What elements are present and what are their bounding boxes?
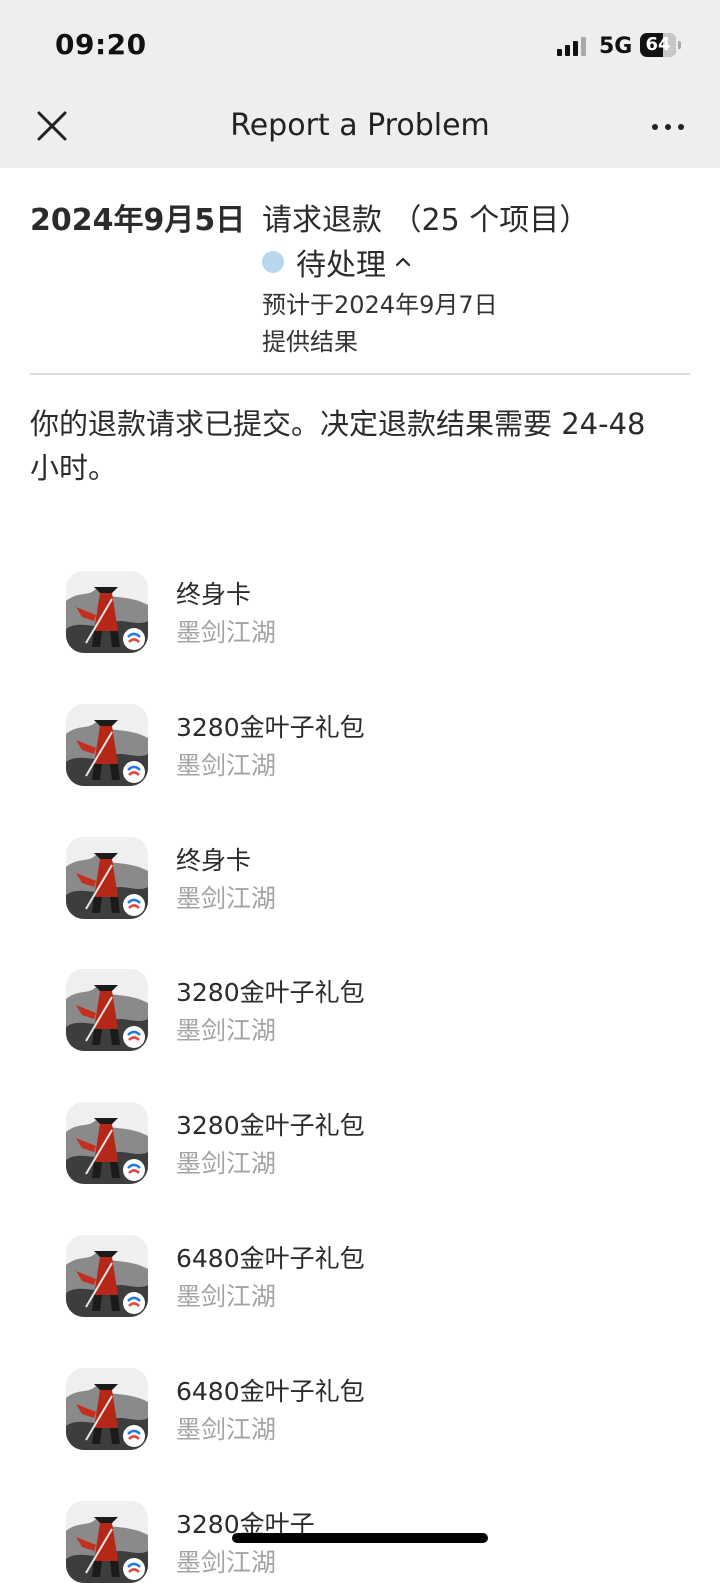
app-icon (66, 837, 148, 919)
item-name: 6480金叶子礼包 (176, 1377, 365, 1406)
item-app-name: 墨剑江湖 (176, 751, 277, 780)
divider (30, 373, 690, 375)
item-app-name: 墨剑江湖 (176, 618, 277, 647)
chevron-up-icon (395, 257, 411, 267)
network-label: 5G (599, 34, 633, 59)
list-item[interactable]: 6480金叶子礼包 墨剑江湖 (66, 1368, 666, 1450)
expected-line-2: 提供结果 (262, 328, 358, 356)
more-button[interactable] (646, 110, 690, 144)
app-icon (66, 1102, 148, 1184)
expected-date: 预计于2024年9月7日 提供结果 (262, 287, 562, 361)
home-indicator[interactable] (232, 1533, 488, 1543)
list-item[interactable]: 终身卡 墨剑江湖 (66, 837, 666, 919)
expected-line-1: 预计于2024年9月7日 (262, 291, 498, 319)
battery-level: 64 (645, 34, 671, 55)
item-app-name: 墨剑江湖 (176, 1415, 277, 1444)
request-date: 2024年9月5日 (30, 203, 246, 238)
item-name: 3280金叶子礼包 (176, 1111, 365, 1140)
app-icon (66, 571, 148, 653)
item-app-name: 墨剑江湖 (176, 1282, 277, 1311)
request-title: 请求退款 （25 个项目） (262, 203, 590, 238)
close-button[interactable] (30, 104, 74, 148)
app-icon (66, 969, 148, 1051)
list-item[interactable]: 3280金叶子礼包 墨剑江湖 (66, 969, 666, 1051)
item-name: 终身卡 (176, 580, 252, 609)
item-name: 终身卡 (176, 846, 252, 875)
list-item[interactable]: 6480金叶子礼包 墨剑江湖 (66, 1235, 666, 1317)
list-item[interactable]: 终身卡 墨剑江湖 (66, 571, 666, 653)
status-time: 09:20 (55, 28, 147, 61)
status-dot (262, 251, 284, 273)
item-name: 6480金叶子礼包 (176, 1244, 365, 1273)
app-icon (66, 704, 148, 786)
page-title: Report a Problem (230, 108, 490, 143)
signal-icon (557, 36, 589, 56)
top-bar: 09:20 5G 64 Report a Problem (0, 0, 720, 168)
item-app-name: 墨剑江湖 (176, 1548, 277, 1577)
app-icon (66, 1235, 148, 1317)
item-app-name: 墨剑江湖 (176, 1149, 277, 1178)
item-name: 3280金叶子礼包 (176, 978, 365, 1007)
close-icon (37, 111, 67, 141)
item-name: 3280金叶子礼包 (176, 713, 365, 742)
status-toggle[interactable]: 待处理 (262, 242, 412, 283)
item-app-name: 墨剑江湖 (176, 884, 277, 913)
battery-icon: 64 (640, 33, 681, 57)
status-text: 待处理 (296, 248, 386, 283)
list-item[interactable]: 3280金叶子礼包 墨剑江湖 (66, 704, 666, 786)
list-item[interactable]: 3280金叶子礼包 墨剑江湖 (66, 1102, 666, 1184)
app-icon (66, 1501, 148, 1583)
item-app-name: 墨剑江湖 (176, 1016, 277, 1045)
refund-message: 你的退款请求已提交。决定退款结果需要 24-48 小时。 (30, 407, 646, 485)
app-icon (66, 1368, 148, 1450)
